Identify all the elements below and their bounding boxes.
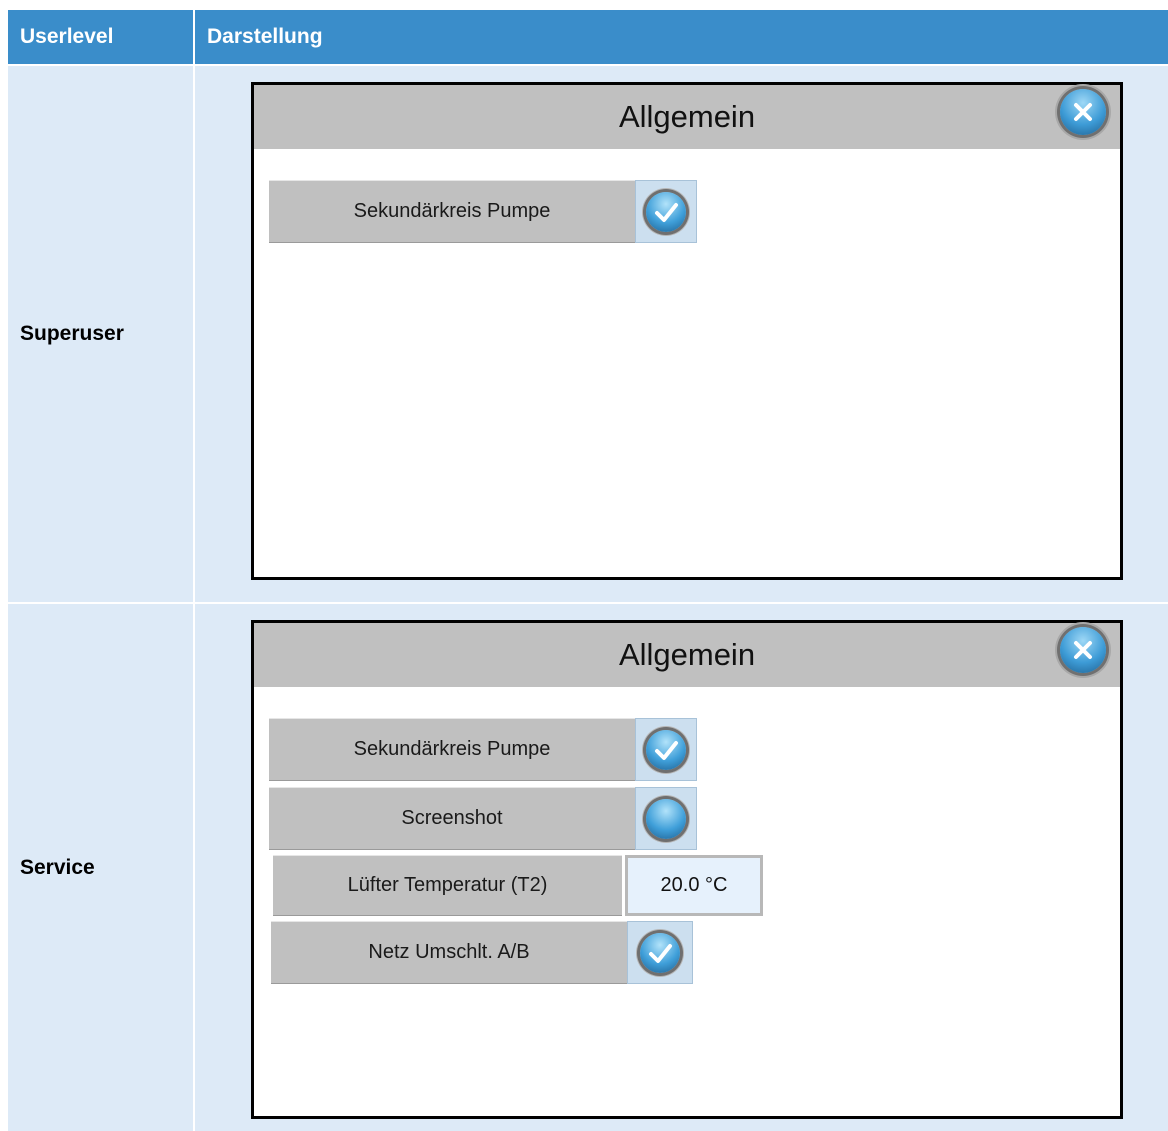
checkmark-icon [655, 202, 678, 222]
table-row: Service Allgemein Sekundärkreis Pumpe Sc… [8, 604, 1168, 1131]
checkbox-sekundaerkreis-pumpe[interactable] [646, 191, 686, 232]
settings-panel: Allgemein Sekundärkreis Pumpe [251, 620, 1123, 1119]
option-netz-umschlt: Netz Umschlt. A/B [271, 921, 693, 984]
option-screenshot: Screenshot [269, 787, 697, 850]
checkmark-icon [649, 943, 672, 963]
table-header: Userlevel Darstellung [8, 10, 1168, 64]
userlevel-table: Userlevel Darstellung Superuser Allgemei… [8, 10, 1168, 1131]
close-icon [1074, 641, 1092, 659]
header-darstellung: Darstellung [195, 10, 1168, 64]
temperature-value-field[interactable]: 20.0 °C [625, 855, 763, 916]
close-button[interactable] [1060, 627, 1106, 673]
option-label: Sekundärkreis Pumpe [269, 718, 635, 781]
checkbox-cell [635, 180, 697, 243]
panel-title-bar: Allgemein [254, 623, 1120, 687]
option-sekundaerkreis-pumpe: Sekundärkreis Pumpe [269, 718, 697, 781]
checkbox-cell [627, 921, 693, 984]
header-userlevel: Userlevel [8, 10, 193, 64]
checkmark-icon [655, 740, 678, 760]
userlevel-cell: Superuser [8, 66, 193, 602]
close-button[interactable] [1060, 89, 1106, 135]
settings-panel: Allgemein Sekundärkreis Pumpe [251, 82, 1123, 580]
checkbox-cell [635, 787, 697, 850]
option-label: Screenshot [269, 787, 635, 850]
userlevel-cell: Service [8, 604, 193, 1131]
close-icon [1074, 103, 1092, 121]
option-label: Lüfter Temperatur (T2) [273, 855, 622, 916]
checkbox-cell [635, 718, 697, 781]
checkbox-screenshot[interactable] [646, 798, 686, 839]
checkbox-netz-umschlt[interactable] [640, 932, 680, 973]
option-label: Netz Umschlt. A/B [271, 921, 627, 984]
panel-title-bar: Allgemein [254, 85, 1120, 149]
display-cell: Allgemein Sekundärkreis Pumpe [195, 66, 1168, 602]
checkbox-sekundaerkreis-pumpe[interactable] [646, 729, 686, 770]
panel-title: Allgemein [618, 637, 756, 672]
table-row: Superuser Allgemein Sekundärkreis Pumpe [8, 66, 1168, 602]
panel-title: Allgemein [618, 99, 756, 134]
display-cell: Allgemein Sekundärkreis Pumpe [195, 604, 1168, 1131]
option-sekundaerkreis-pumpe: Sekundärkreis Pumpe [269, 180, 697, 243]
option-luefter-temperatur: Lüfter Temperatur (T2) 20.0 °C [273, 855, 763, 916]
option-label: Sekundärkreis Pumpe [269, 180, 635, 243]
